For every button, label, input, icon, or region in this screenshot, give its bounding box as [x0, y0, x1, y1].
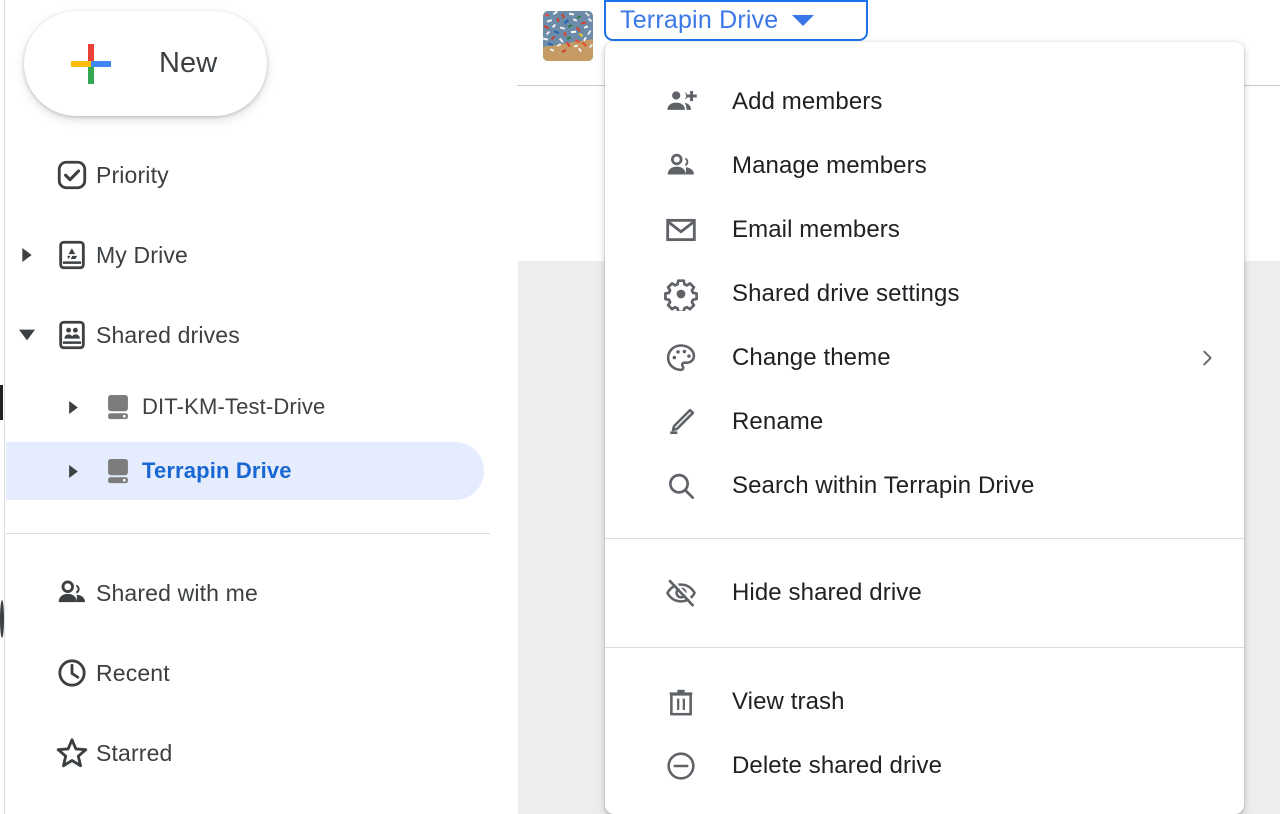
menu-item-label: Delete shared drive: [732, 752, 943, 779]
sidebar-item-my-drive[interactable]: My Drive: [6, 226, 464, 284]
mail-icon: [660, 213, 702, 247]
sidebar-item-label: Starred: [96, 739, 173, 766]
menu-item-view-trash[interactable]: View trash: [605, 670, 1244, 734]
sidebar-item-label: Shared drives: [96, 321, 240, 348]
sidebar-item-terrapin-drive[interactable]: Terrapin Drive: [6, 442, 484, 500]
menu-item-label: Rename: [732, 408, 824, 435]
menu-item-rename[interactable]: Rename: [605, 390, 1244, 454]
menu-item-manage-members[interactable]: Manage members: [605, 134, 1244, 198]
menu-group-primary: Add members Manage members Email members…: [605, 42, 1244, 538]
sidebar-item-label: Recent: [96, 659, 170, 686]
left-scroll-rail[interactable]: [0, 0, 5, 814]
person-add-icon: [660, 85, 702, 119]
google-plus-icon: [67, 40, 115, 88]
trash-icon: [660, 685, 702, 719]
menu-group-visibility: Hide shared drive: [605, 539, 1244, 647]
menu-item-delete-shared-drive[interactable]: Delete shared drive: [605, 734, 1244, 798]
drive-thumbnail-image: [543, 11, 593, 61]
new-button[interactable]: New: [24, 11, 267, 116]
eye-off-icon: [660, 576, 702, 610]
chevron-down-icon[interactable]: [6, 328, 48, 342]
sidebar-item-priority[interactable]: Priority: [6, 146, 464, 204]
sidebar-item-label: Priority: [96, 161, 169, 188]
chevron-right-icon[interactable]: [52, 400, 94, 414]
people-icon: [48, 576, 96, 610]
gear-icon: [660, 277, 702, 311]
menu-item-label: Shared drive settings: [732, 280, 960, 307]
sidebar: New Priority My Drive Shared drives DIT-…: [6, 0, 491, 814]
menu-item-add-members[interactable]: Add members: [605, 70, 1244, 134]
shared-drive-context-menu: Add members Manage members Email members…: [605, 42, 1244, 814]
priority-check-icon: [48, 158, 96, 192]
drive-app-window: New Priority My Drive Shared drives DIT-…: [0, 0, 1280, 814]
drive-disk-icon: [94, 390, 142, 424]
pencil-icon: [660, 405, 702, 439]
scroll-thumb[interactable]: [0, 385, 3, 420]
sidebar-item-shared-with-me[interactable]: Shared with me: [6, 564, 464, 622]
my-drive-icon: [48, 238, 96, 272]
menu-item-label: View trash: [732, 688, 845, 715]
sidebar-item-shared-drives[interactable]: Shared drives: [6, 306, 464, 364]
menu-item-shared-drive-settings[interactable]: Shared drive settings: [605, 262, 1244, 326]
menu-item-label: Email members: [732, 216, 900, 243]
scroll-marker: [0, 600, 4, 638]
shared-drives-icon: [48, 318, 96, 352]
sidebar-item-label: DIT-KM-Test-Drive: [142, 394, 326, 419]
menu-item-label: Change theme: [732, 344, 891, 371]
menu-item-hide-shared-drive[interactable]: Hide shared drive: [605, 561, 1244, 625]
sidebar-item-dit-km-test-drive[interactable]: DIT-KM-Test-Drive: [6, 378, 476, 436]
sidebar-item-label: My Drive: [96, 241, 188, 268]
sidebar-item-label: Terrapin Drive: [142, 458, 292, 483]
search-icon: [660, 469, 702, 503]
new-button-label: New: [159, 47, 218, 79]
menu-item-label: Add members: [732, 88, 883, 115]
drive-title-dropdown-button[interactable]: Terrapin Drive: [604, 0, 868, 41]
clock-icon: [48, 656, 96, 690]
drive-title-label: Terrapin Drive: [620, 6, 779, 34]
drive-disk-icon: [94, 454, 142, 488]
menu-item-search-within-drive[interactable]: Search within Terrapin Drive: [605, 454, 1244, 518]
menu-item-label: Hide shared drive: [732, 579, 922, 606]
chevron-right-icon[interactable]: [6, 248, 48, 262]
submenu-chevron-right-icon: [1196, 347, 1218, 369]
sidebar-item-starred[interactable]: Starred: [6, 724, 464, 782]
menu-item-label: Manage members: [732, 152, 927, 179]
minus-circle-icon: [660, 749, 702, 783]
palette-icon: [660, 341, 702, 375]
chevron-right-icon[interactable]: [52, 464, 94, 478]
caret-down-icon: [792, 15, 815, 26]
star-icon: [48, 735, 96, 771]
menu-item-change-theme[interactable]: Change theme: [605, 326, 1244, 390]
menu-item-email-members[interactable]: Email members: [605, 198, 1244, 262]
menu-item-label: Search within Terrapin Drive: [732, 472, 1035, 499]
people-icon: [660, 149, 702, 183]
sidebar-divider: [6, 533, 490, 534]
menu-group-destructive: View trash Delete shared drive: [605, 648, 1244, 814]
sidebar-item-label: Shared with me: [96, 579, 258, 606]
sidebar-item-recent[interactable]: Recent: [6, 644, 464, 702]
